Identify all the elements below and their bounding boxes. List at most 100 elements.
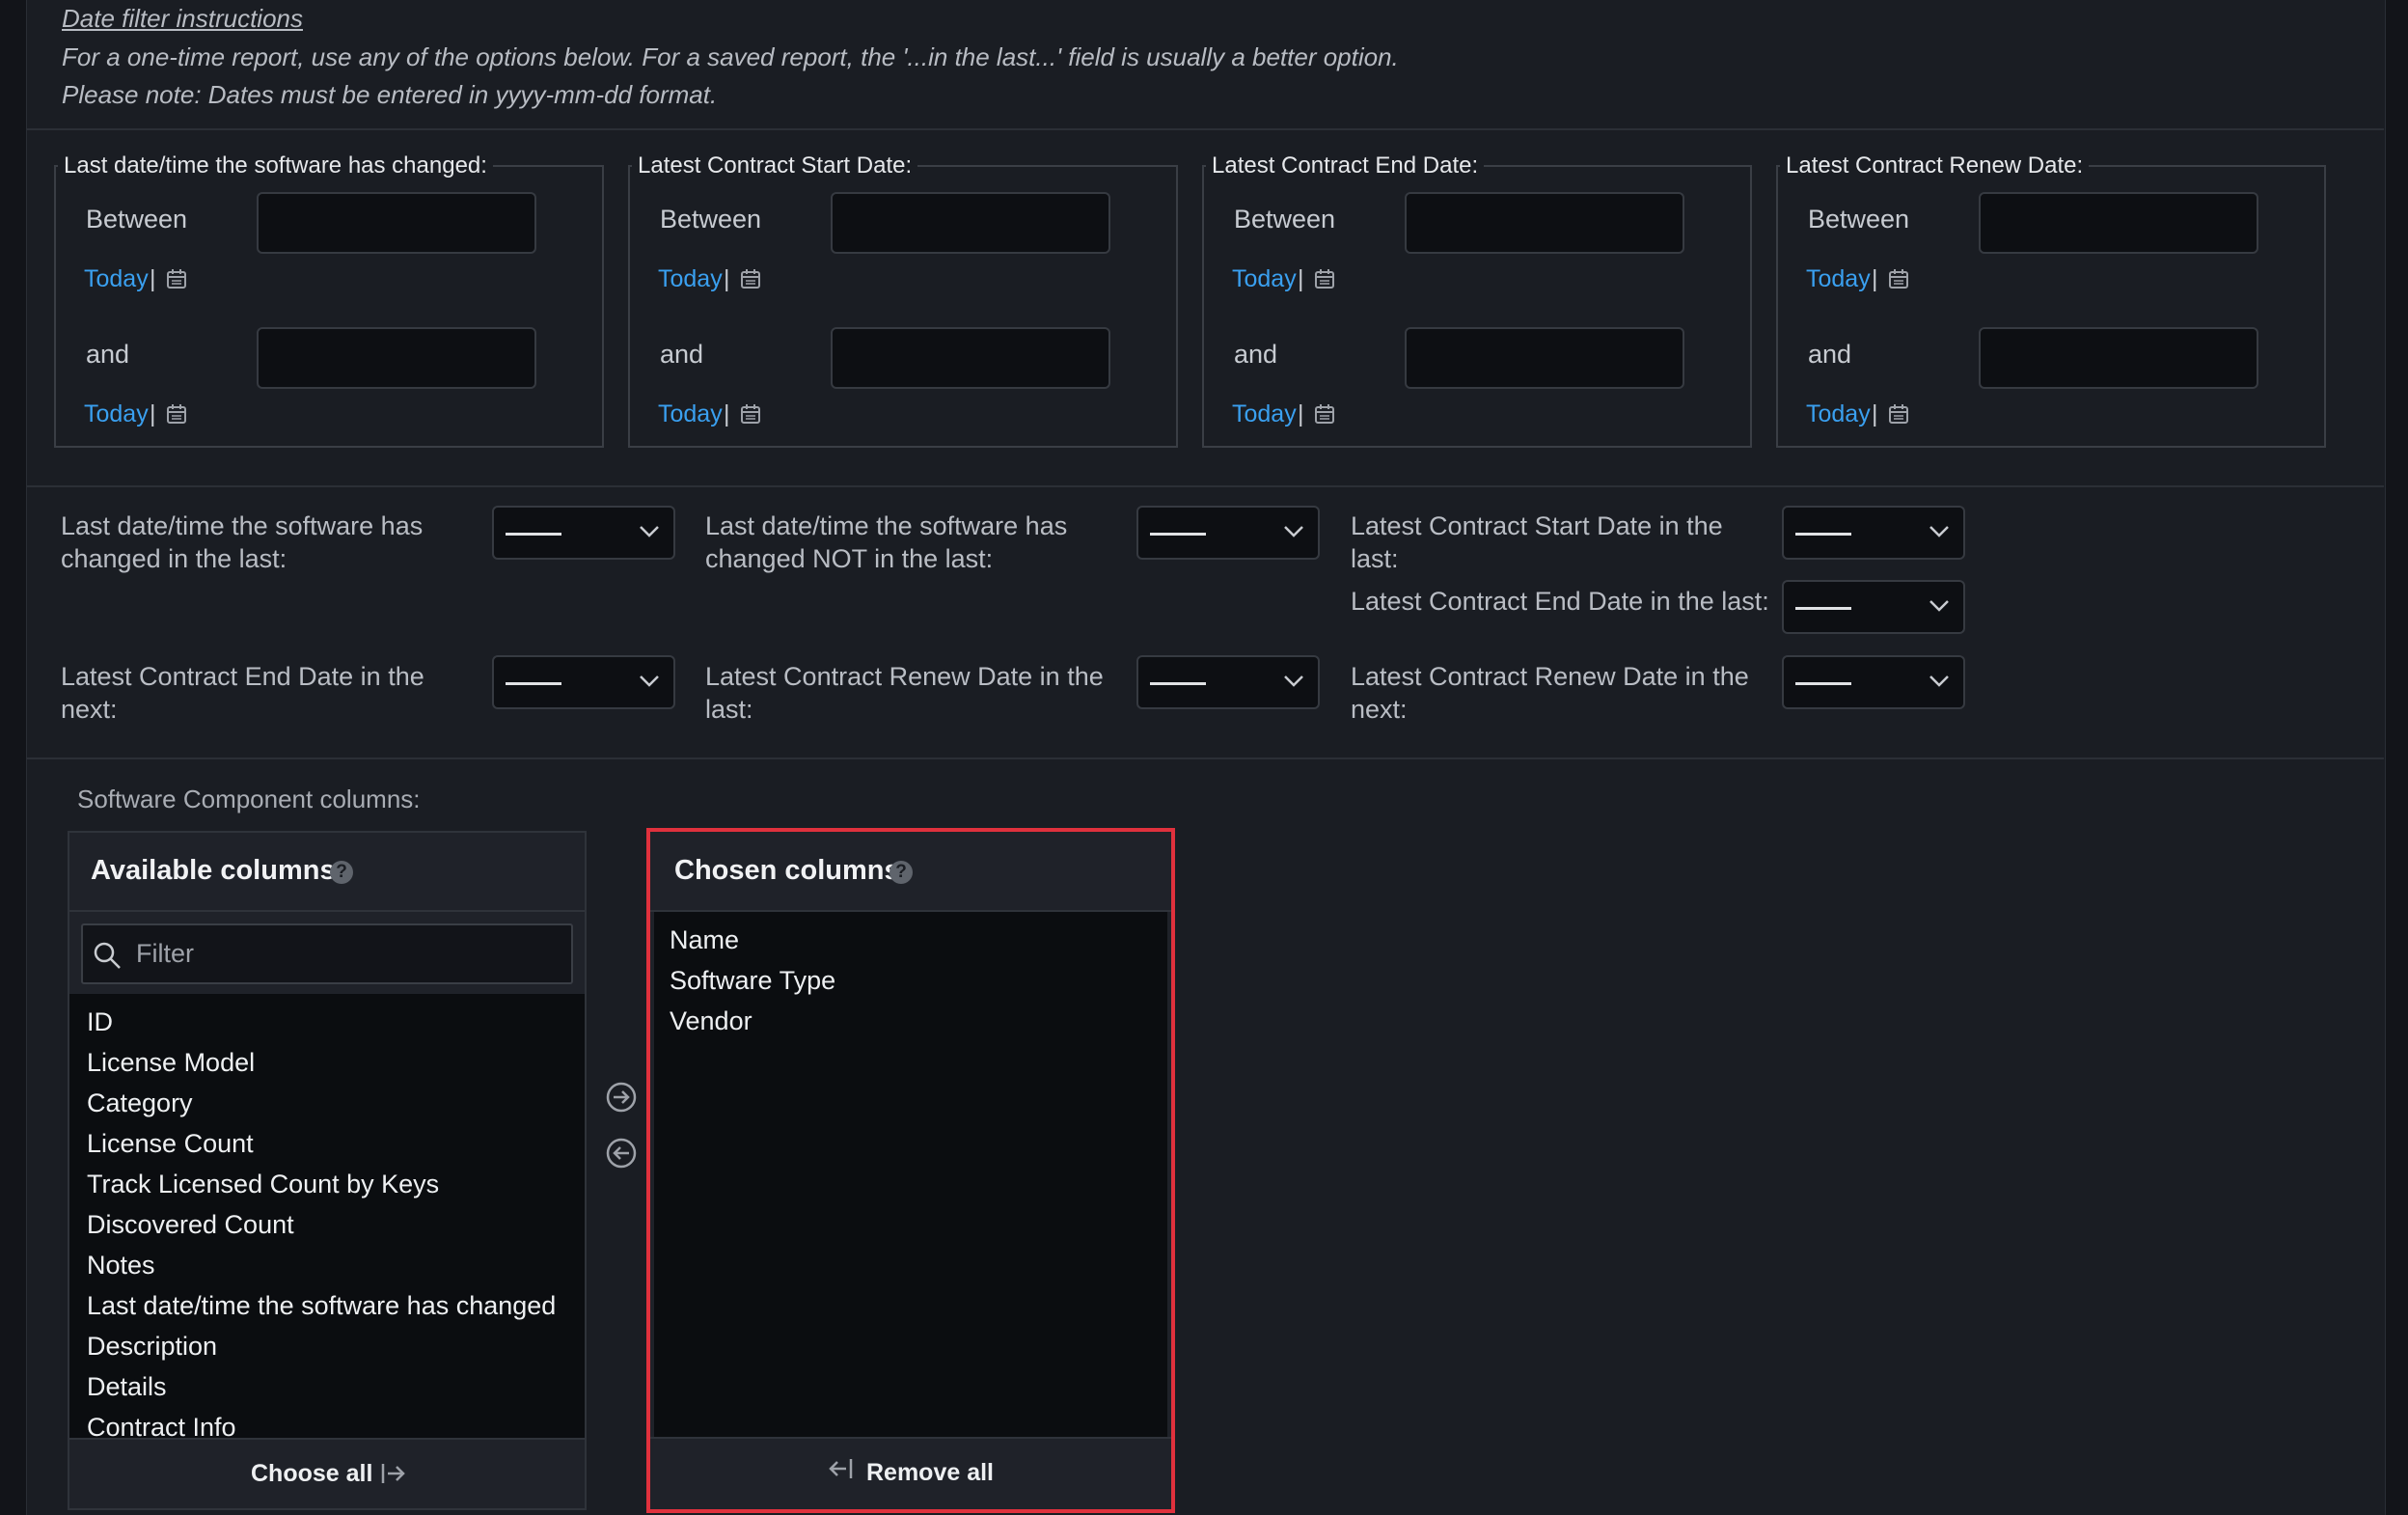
move-right-icon[interactable] xyxy=(605,1081,638,1114)
and-label: and xyxy=(1808,340,1852,369)
divider xyxy=(26,485,2384,487)
between-label: Between xyxy=(1234,205,1336,234)
calendar-icon[interactable] xyxy=(1888,403,1909,425)
separator: | xyxy=(150,265,156,292)
chevron-down-icon xyxy=(1284,675,1303,687)
select-value-placeholder xyxy=(506,533,561,536)
chosen-column-item[interactable]: Name xyxy=(670,925,739,955)
separator: | xyxy=(1298,400,1304,427)
today-link[interactable]: Today xyxy=(658,400,723,428)
contract-renew-in-next-select[interactable] xyxy=(1782,655,1965,709)
divider xyxy=(69,910,585,912)
available-columns-header: Available columns xyxy=(91,855,336,886)
calendar-icon[interactable] xyxy=(166,403,187,425)
contract-renew-from-input[interactable] xyxy=(1979,192,2258,254)
filter-label-contract-end-in-next: Latest Contract End Date in the next: xyxy=(61,662,424,724)
choose-all-label: Choose all xyxy=(251,1460,373,1487)
select-value-placeholder xyxy=(1795,533,1851,536)
filter-label-contract-renew-in-last: Latest Contract Renew Date in the last: xyxy=(705,662,1104,724)
between-label: Between xyxy=(86,205,188,234)
and-label: and xyxy=(1234,340,1278,369)
contract-renew-to-input[interactable] xyxy=(1979,327,2258,389)
contract-end-to-input[interactable] xyxy=(1405,327,1684,389)
arrow-left-to-bar-icon xyxy=(829,1459,853,1478)
move-left-icon[interactable] xyxy=(605,1137,638,1170)
today-link[interactable]: Today xyxy=(84,265,149,293)
available-column-item[interactable]: Notes xyxy=(87,1251,155,1281)
filter-label-contract-end-in-last: Latest Contract End Date in the last: xyxy=(1351,587,1769,616)
between-label: Between xyxy=(660,205,762,234)
contract-start-from-input[interactable] xyxy=(831,192,1110,254)
choose-all-button[interactable]: Choose all xyxy=(69,1440,585,1508)
calendar-icon[interactable] xyxy=(740,268,761,289)
separator: | xyxy=(724,265,730,292)
select-value-placeholder xyxy=(1795,607,1851,610)
and-label: and xyxy=(660,340,704,369)
select-value-placeholder xyxy=(1150,533,1206,536)
instructions-line-2: Please note: Dates must be entered in yy… xyxy=(62,80,718,109)
instructions-line-1: For a one-time report, use any of the op… xyxy=(62,42,1399,71)
available-column-item[interactable]: Category xyxy=(87,1088,193,1118)
available-column-item[interactable]: Description xyxy=(87,1332,217,1362)
arrow-right-to-bar-icon xyxy=(381,1464,405,1483)
separator: | xyxy=(1298,265,1304,292)
separator: | xyxy=(1872,265,1878,292)
available-column-item[interactable]: License Count xyxy=(87,1129,254,1159)
today-link[interactable]: Today xyxy=(84,400,149,428)
available-column-item[interactable]: License Model xyxy=(87,1048,255,1078)
available-column-item[interactable]: Discovered Count xyxy=(87,1210,294,1240)
calendar-icon[interactable] xyxy=(1314,403,1335,425)
changed-in-last-select[interactable] xyxy=(492,506,675,560)
chevron-down-icon xyxy=(1929,600,1949,612)
date-range-legend: Last date/time the software has changed: xyxy=(64,152,487,179)
contract-start-to-input[interactable] xyxy=(831,327,1110,389)
columns-section-label: Software Component columns: xyxy=(77,785,421,813)
filter-label-changed-not-in-last: Last date/time the software has changed … xyxy=(705,511,1068,573)
today-link[interactable]: Today xyxy=(1806,265,1871,293)
today-link[interactable]: Today xyxy=(1806,400,1871,428)
date-range-legend: Latest Contract Start Date: xyxy=(638,152,913,179)
divider xyxy=(26,128,2384,130)
remove-all-button[interactable]: Remove all xyxy=(654,1440,1167,1507)
contract-renew-in-last-select[interactable] xyxy=(1136,655,1320,709)
chevron-down-icon xyxy=(1929,526,1949,537)
calendar-icon[interactable] xyxy=(1888,268,1909,289)
available-column-item[interactable]: Track Licensed Count by Keys xyxy=(87,1170,439,1199)
chosen-column-item[interactable]: Software Type xyxy=(670,966,835,996)
available-column-item[interactable]: Details xyxy=(87,1372,167,1402)
separator: | xyxy=(724,400,730,427)
software-changed-to-input[interactable] xyxy=(257,327,536,389)
filter-label-contract-renew-in-next: Latest Contract Renew Date in the next: xyxy=(1351,662,1749,724)
today-link[interactable]: Today xyxy=(1232,400,1297,428)
date-range-legend: Latest Contract Renew Date: xyxy=(1786,152,2084,179)
separator: | xyxy=(150,400,156,427)
chevron-down-icon xyxy=(640,526,659,537)
today-link[interactable]: Today xyxy=(658,265,723,293)
contract-start-in-last-select[interactable] xyxy=(1782,506,1965,560)
changed-not-in-last-select[interactable] xyxy=(1136,506,1320,560)
filter-label-contract-start-in-last: Latest Contract Start Date in the last: xyxy=(1351,511,1723,573)
calendar-icon[interactable] xyxy=(740,403,761,425)
today-link[interactable]: Today xyxy=(1232,265,1297,293)
contract-end-in-last-select[interactable] xyxy=(1782,580,1965,634)
contract-end-from-input[interactable] xyxy=(1405,192,1684,254)
help-icon[interactable]: ? xyxy=(889,861,913,884)
calendar-icon[interactable] xyxy=(166,268,187,289)
calendar-icon[interactable] xyxy=(1314,268,1335,289)
software-changed-from-input[interactable] xyxy=(257,192,536,254)
divider xyxy=(650,1437,1171,1439)
between-label: Between xyxy=(1808,205,1910,234)
and-label: and xyxy=(86,340,130,369)
date-range-legend: Latest Contract End Date: xyxy=(1212,152,1479,179)
available-column-item[interactable]: Last date/time the software has changed xyxy=(87,1291,556,1321)
available-column-item[interactable]: ID xyxy=(87,1007,113,1037)
chosen-columns-header: Chosen columns xyxy=(674,855,900,886)
chevron-down-icon xyxy=(640,675,659,687)
date-filter-instructions-link[interactable]: Date filter instructions xyxy=(62,4,303,34)
chosen-column-item[interactable]: Vendor xyxy=(670,1006,752,1036)
help-icon[interactable]: ? xyxy=(330,861,353,884)
select-value-placeholder xyxy=(1795,682,1851,685)
search-icon xyxy=(94,942,121,969)
contract-end-in-next-select[interactable] xyxy=(492,655,675,709)
filter-label-changed-in-last: Last date/time the software has changed … xyxy=(61,511,424,573)
